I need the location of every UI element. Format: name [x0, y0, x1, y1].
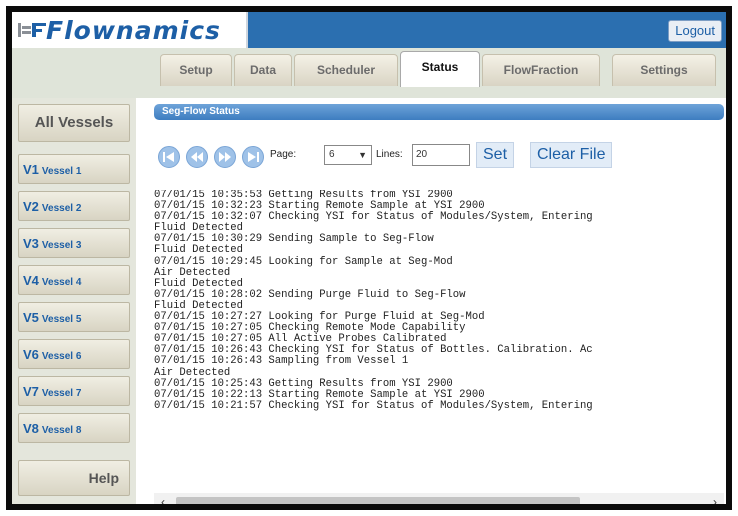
first-page-button[interactable] — [158, 146, 180, 168]
vessel-code: V6 — [23, 347, 39, 362]
sidebar-item-vessel-1[interactable]: V1 Vessel 1 — [18, 154, 130, 184]
clear-file-button[interactable]: Clear File — [530, 142, 613, 168]
log-line: 07/01/15 10:29:45 Looking for Sample at … — [154, 255, 453, 268]
skip-last-icon — [248, 152, 259, 162]
scrollbar-thumb[interactable] — [176, 497, 580, 504]
vessel-code: V5 — [23, 310, 39, 325]
tab-settings[interactable]: Settings — [612, 54, 716, 86]
set-button[interactable]: Set — [476, 142, 515, 168]
vessel-label: Vessel 6 — [41, 351, 82, 362]
vessel-label: Vessel 5 — [41, 314, 82, 325]
rewind-icon — [191, 152, 203, 162]
sidebar-item-vessel-6[interactable]: V6 Vessel 6 — [18, 339, 130, 369]
tab-setup[interactable]: Setup — [160, 54, 232, 86]
status-content: Seg-Flow Status Page: 6 ▼ Lines: 20 Set … — [136, 98, 726, 504]
scroll-right-icon[interactable]: › — [706, 493, 724, 504]
sidebar-item-vessel-5[interactable]: V5 Vessel 5 — [18, 302, 130, 332]
app-window: Flownamics Logout Setup Data Scheduler S… — [6, 6, 732, 510]
previous-page-button[interactable] — [186, 146, 208, 168]
vessel-label: Vessel 7 — [41, 388, 82, 399]
log-line: 07/01/15 10:21:57 Checking YSI for Statu… — [154, 399, 593, 412]
tab-bar: Setup Data Scheduler Status FlowFraction… — [12, 48, 726, 98]
vessel-label: Vessel 4 — [41, 277, 82, 288]
lines-label: Lines: — [376, 149, 403, 160]
log-line: Air Detected — [154, 366, 231, 379]
sidebar-item-vessel-7[interactable]: V7 Vessel 7 — [18, 376, 130, 406]
sidebar-item-vessel-3[interactable]: V3 Vessel 3 — [18, 228, 130, 258]
logo-mark-icon — [18, 23, 46, 37]
tab-scheduler[interactable]: Scheduler — [294, 54, 398, 86]
next-page-button[interactable] — [214, 146, 236, 168]
last-page-button[interactable] — [242, 146, 264, 168]
panel-title: Seg-Flow Status — [154, 104, 724, 120]
page-select[interactable]: 6 ▼ — [324, 145, 372, 165]
page-select-value: 6 — [329, 149, 335, 160]
sidebar-item-vessel-8[interactable]: V8 Vessel 8 — [18, 413, 130, 443]
sidebar-item-all-vessels[interactable]: All Vessels — [18, 104, 130, 142]
status-log: 07/01/15 10:35:53 Getting Results from Y… — [154, 190, 724, 480]
vessel-label: Vessel 3 — [41, 240, 82, 251]
vessel-label: Vessel 8 — [41, 425, 82, 436]
vessel-code: V1 — [23, 162, 39, 177]
tab-data[interactable]: Data — [234, 54, 292, 86]
vessel-code: V3 — [23, 236, 39, 251]
vessel-code: V4 — [23, 273, 39, 288]
sidebar-item-vessel-2[interactable]: V2 Vessel 2 — [18, 191, 130, 221]
vessel-code: V8 — [23, 421, 39, 436]
tab-status[interactable]: Status — [400, 51, 480, 87]
skip-first-icon — [163, 152, 174, 162]
sidebar-item-help[interactable]: Help — [18, 460, 130, 496]
log-line: 07/01/15 10:26:43 Sampling from Vessel 1 — [154, 355, 409, 368]
scroll-left-icon[interactable]: ‹ — [154, 493, 172, 504]
vessel-code: V2 — [23, 199, 39, 214]
header-bar: Flownamics Logout — [12, 12, 726, 48]
vessel-label: Vessel 2 — [41, 203, 82, 214]
fast-forward-icon — [219, 152, 231, 162]
sidebar-item-vessel-4[interactable]: V4 Vessel 4 — [18, 265, 130, 295]
logout-button[interactable]: Logout — [668, 20, 722, 42]
brand-name: Flownamics — [46, 16, 221, 45]
tab-flowfraction[interactable]: FlowFraction — [482, 54, 600, 86]
sidebar: All Vessels V1 Vessel 1 V2 Vessel 2 V3 Vess… — [12, 98, 136, 504]
log-line: Fluid Detected — [154, 244, 244, 257]
logo: Flownamics — [12, 12, 248, 48]
page-label: Page: — [270, 149, 297, 160]
vessel-label: Vessel 1 — [41, 166, 82, 177]
chevron-down-icon: ▼ — [358, 150, 367, 160]
horizontal-scrollbar[interactable]: ‹ › — [154, 493, 724, 504]
lines-input[interactable]: 20 — [412, 144, 470, 166]
vessel-code: V7 — [23, 384, 39, 399]
